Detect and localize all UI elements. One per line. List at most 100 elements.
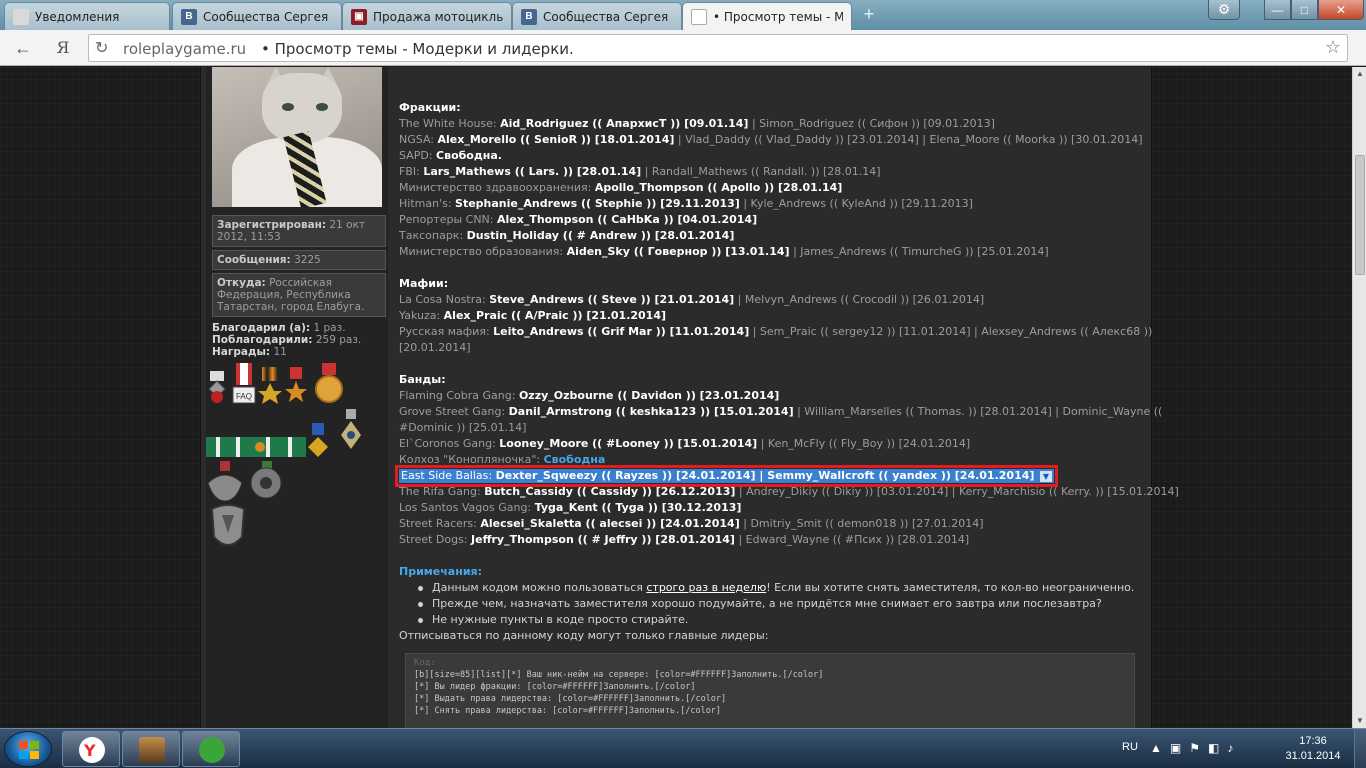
dropdown-arrow-icon[interactable]: ▼ bbox=[1039, 471, 1052, 482]
back-arrow-icon[interactable]: ← bbox=[12, 37, 34, 59]
awards-label: Награды: bbox=[212, 346, 271, 358]
taskbar-yandex-browser[interactable]: Y bbox=[62, 731, 120, 767]
list-item: Министерство образования: Aiden_Sky (( Г… bbox=[399, 244, 1139, 260]
code-label: Код: bbox=[414, 658, 436, 668]
org-name: Grove Street Gang: bbox=[399, 405, 506, 418]
list-item: Hitman's: Stephanie_Andrews (( Stephie )… bbox=[399, 196, 1139, 212]
thanked-label: Благодарил (а): bbox=[212, 322, 311, 334]
close-window-button[interactable]: ✕ bbox=[1318, 0, 1364, 20]
scroll-thumb[interactable] bbox=[1355, 155, 1365, 275]
deputy-entry: | Kyle_Andrews (( KyleAnd )) [29.11.2013… bbox=[739, 197, 973, 210]
tab-vk-communities-2[interactable]: B Сообщества Сергея К bbox=[512, 2, 682, 30]
messages-label: Сообщения: bbox=[217, 254, 291, 266]
leader-entry: Alex_Praic (( A/Praic )) [21.01.2014] bbox=[443, 309, 667, 322]
thanked-value[interactable]: 1 раз. bbox=[314, 322, 346, 334]
org-name: Репортеры CNN: bbox=[399, 213, 494, 226]
start-button[interactable] bbox=[4, 731, 52, 767]
show-desktop-button[interactable] bbox=[1354, 729, 1366, 768]
code-line: [b][size=85][list][*] Ваш ник-нейм на се… bbox=[414, 670, 824, 680]
leader-entry: Apollo_Thompson (( Apollo )) [28.01.14] bbox=[594, 181, 843, 194]
address-text[interactable]: roleplaygame.ru • Просмотр темы - Модерк… bbox=[123, 40, 574, 58]
tab-vk-communities-1[interactable]: B Сообщества Сергея К bbox=[172, 2, 342, 30]
address-bar[interactable]: ↻ roleplaygame.ru • Просмотр темы - Моде… bbox=[88, 34, 1348, 62]
tab-motorcycle-sale[interactable]: ▣ Продажа мотоциклы bbox=[342, 2, 512, 30]
page-scrollbar[interactable]: ▲ ▼ bbox=[1352, 67, 1366, 728]
tray-expand-icon[interactable]: ▲ bbox=[1150, 741, 1162, 755]
windows-taskbar: Y RU ▲ ▣ ⚑ ◧ ♪ 17:36 31.01.2014 bbox=[0, 728, 1366, 768]
gangs-heading: Банды: bbox=[399, 373, 446, 386]
system-clock[interactable]: 17:36 31.01.2014 bbox=[1280, 734, 1346, 764]
list-item: Los Santos Vagos Gang: Tyga_Kent (( Tyga… bbox=[399, 500, 1139, 516]
tab-notifications[interactable]: Уведомления bbox=[4, 2, 170, 30]
address-separator: • bbox=[260, 40, 270, 58]
list-item: Русская мафия: Leito_Andrews (( Grif Mar… bbox=[399, 324, 1152, 340]
taskbar-game-app[interactable] bbox=[122, 731, 180, 767]
reload-icon[interactable]: ↻ bbox=[95, 38, 108, 57]
yandex-logo-icon[interactable]: Я bbox=[52, 37, 74, 59]
messages-info: Сообщения: 3225 bbox=[212, 250, 386, 270]
browser-tab-strip: Уведомления B Сообщества Сергея К ▣ Прод… bbox=[0, 0, 1366, 31]
note-text: Не нужные пункты в коде просто стирайте. bbox=[432, 613, 689, 626]
settings-gear-icon[interactable]: ⚙ bbox=[1208, 0, 1240, 20]
code-block[interactable]: Код: [b][size=85][list][*] Ваш ник-нейм … bbox=[405, 653, 1135, 728]
medal-cross-icon bbox=[208, 371, 226, 403]
note-emphasis: строго раз в неделю bbox=[646, 581, 767, 594]
maximize-button[interactable]: □ bbox=[1291, 0, 1318, 20]
notes-tail: Отписываться по данному коду могут тольк… bbox=[399, 629, 769, 642]
list-item: Колхоз "Конопляночка": Свободна bbox=[399, 452, 1139, 468]
deputy-entry: | Sem_Praic (( sergey12 )) [11.01.2014] … bbox=[749, 325, 1153, 338]
text-selection-highlight[interactable]: East Side Ballas: Dexter_Sqweezy (( Rayz… bbox=[395, 465, 1058, 487]
tray-flag-icon[interactable]: ⚑ bbox=[1189, 741, 1200, 755]
list-item: Street Dogs: Jeffry_Thompson (( # Jeffry… bbox=[399, 532, 1139, 548]
new-tab-button[interactable]: + bbox=[858, 5, 880, 24]
tray-network-icon[interactable]: ◧ bbox=[1208, 741, 1219, 755]
tab-title: Сообщества Сергея К bbox=[203, 9, 333, 24]
deputy-entry: | Andrey_Dikiy (( Dikiy )) [03.01.2014] … bbox=[735, 485, 1179, 498]
language-indicator[interactable]: RU bbox=[1122, 741, 1138, 753]
deputy-entry: | Ken_McFly (( Fly_Boy )) [24.01.2014] bbox=[757, 437, 971, 450]
tray-app-icon[interactable]: ▣ bbox=[1170, 741, 1181, 755]
medal-eagle-icon bbox=[207, 461, 243, 502]
org-name: Русская мафия: bbox=[399, 325, 490, 338]
medal-star-icon bbox=[285, 367, 307, 402]
got-thanks-value[interactable]: 259 раз. bbox=[316, 334, 361, 346]
faq-badge-icon: FAQ bbox=[232, 363, 256, 404]
messages-value[interactable]: 3225 bbox=[294, 254, 321, 266]
medal-emblem-icon bbox=[250, 461, 282, 499]
deputy-entry: | Dmitriy_Smit (( demon018 )) [27.01.201… bbox=[739, 517, 984, 530]
org-name: Yakuza: bbox=[399, 309, 441, 322]
tab-title: Сообщества Сергея К bbox=[543, 9, 673, 24]
leader-entry: Alecsei_Skaletta (( alecsei )) [24.01.20… bbox=[480, 517, 740, 530]
thanked-stat: Благодарил (а): 1 раз. bbox=[212, 322, 346, 334]
tab-topic-view[interactable]: • Просмотр темы - М bbox=[682, 2, 852, 31]
leader-entry: Jeffry_Thompson (( # Jeffry )) [28.01.20… bbox=[471, 533, 735, 546]
location-label: Откуда: bbox=[217, 277, 266, 289]
bookmark-star-icon[interactable]: ☆ bbox=[1325, 37, 1341, 58]
note-text: ! Если вы хотите снять заместителя, то к… bbox=[766, 581, 1135, 594]
scroll-up-arrow-icon[interactable]: ▲ bbox=[1353, 67, 1366, 81]
taskbar-qip-messenger[interactable] bbox=[182, 731, 240, 767]
code-line: [*] Снять права лидерства: [color=#FFFFF… bbox=[414, 706, 722, 716]
list-item: The Rifa Gang: Butch_Cassidy (( Cassidy … bbox=[399, 484, 1179, 500]
free-slot-link[interactable]: Свободна bbox=[544, 453, 606, 466]
awards-medal-icons: FAQ bbox=[206, 363, 361, 546]
org-name: Flaming Cobra Gang: bbox=[399, 389, 516, 402]
leader-entry: Dexter_Sqweezy (( Rayzes )) [24.01.2014]… bbox=[495, 469, 1035, 482]
yandex-browser-icon: Y bbox=[79, 737, 105, 763]
medal-blue-icon bbox=[308, 423, 328, 457]
org-name: Таксопарк: bbox=[399, 229, 464, 242]
medal-shield-icon bbox=[210, 504, 246, 546]
list-item: #Dominic )) [25.01.14] bbox=[399, 420, 1139, 436]
code-line: [*] Выдать права лидерства: [color=#FFFF… bbox=[414, 694, 727, 704]
tray-volume-icon[interactable]: ♪ bbox=[1227, 741, 1233, 755]
registered-label: Зарегистрирован: bbox=[217, 219, 327, 231]
list-item: El`Coronos Gang: Looney_Moore (( #Looney… bbox=[399, 436, 1139, 452]
leader-entry: Danil_Armstrong (( keshka123 )) [15.01.2… bbox=[508, 405, 794, 418]
deputy-entry: #Dominic )) [25.01.14] bbox=[399, 421, 527, 434]
leader-entry: Свободна. bbox=[436, 149, 502, 162]
scroll-down-arrow-icon[interactable]: ▼ bbox=[1353, 714, 1366, 728]
minimize-button[interactable]: — bbox=[1264, 0, 1291, 20]
tab-title: • Просмотр темы - М bbox=[713, 10, 843, 24]
leader-entry: Steve_Andrews (( Steve )) [21.01.2014] bbox=[489, 293, 735, 306]
